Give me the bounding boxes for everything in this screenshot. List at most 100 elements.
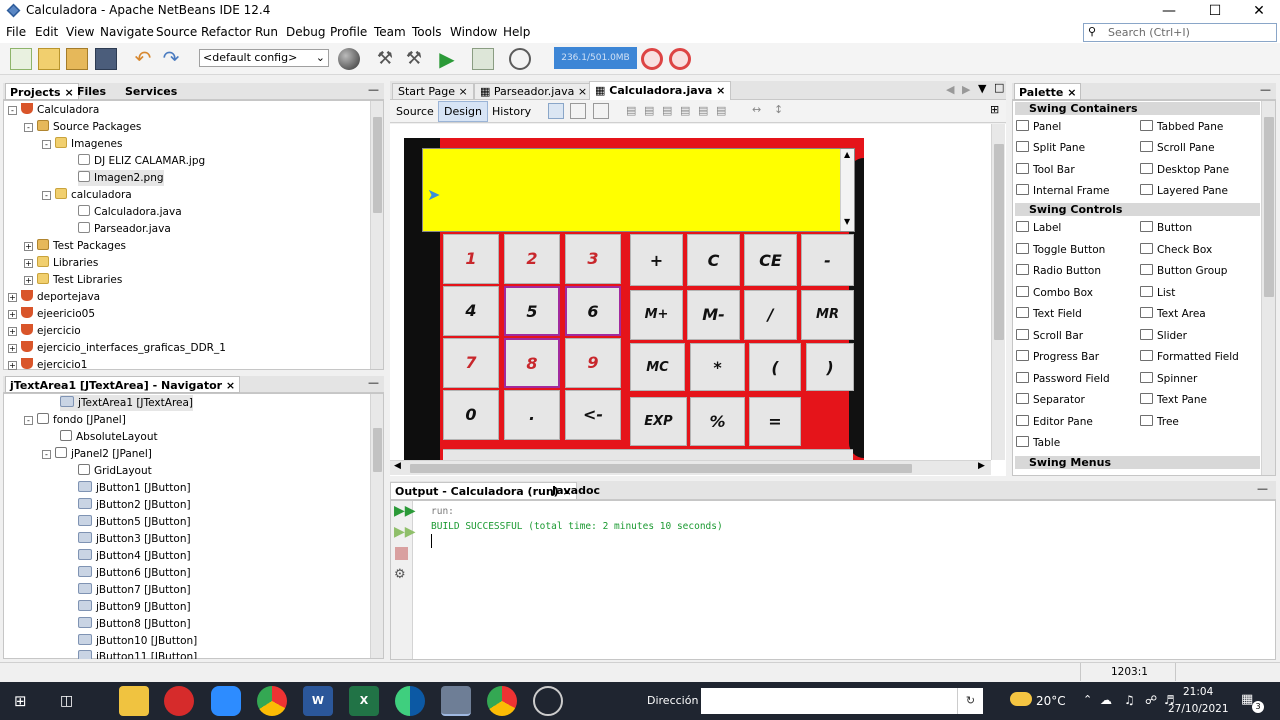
key-5[interactable]: 5: [504, 286, 560, 336]
key-dot[interactable]: .: [504, 390, 560, 440]
chevron-up-icon[interactable]: ⌃: [1083, 693, 1092, 706]
edge-icon[interactable]: [395, 686, 425, 716]
new-project-icon[interactable]: [38, 48, 60, 70]
connection-mode-icon[interactable]: [570, 103, 586, 119]
align-bottom-icon[interactable]: ▤: [698, 104, 708, 117]
menu-file[interactable]: File: [6, 25, 26, 39]
palette-item[interactable]: Desktop Pane: [1157, 164, 1229, 176]
tab-javadoc[interactable]: Javadoc: [552, 484, 600, 497]
maximize-button[interactable]: ☐: [1192, 0, 1238, 22]
subtab-design[interactable]: Design: [438, 101, 488, 122]
key-multiply[interactable]: *: [690, 343, 745, 391]
rerun-icon[interactable]: ▶▶: [394, 503, 416, 519]
config-select[interactable]: <default config> ⌄: [199, 49, 329, 67]
tab-files[interactable]: Files: [73, 83, 110, 100]
tree-node[interactable]: jButton2 [JButton]: [96, 499, 191, 511]
zoom-icon[interactable]: [211, 686, 241, 716]
minimize-button[interactable]: —: [1146, 0, 1192, 22]
palette-item[interactable]: Formatted Field: [1157, 351, 1239, 363]
weather-icon[interactable]: [1010, 692, 1032, 706]
menu-refactor[interactable]: Refactor: [201, 25, 251, 39]
microphone-icon[interactable]: ♫: [1124, 693, 1135, 707]
key-0[interactable]: 0: [443, 390, 499, 440]
tab-calculadora[interactable]: ▦ Calculadora.java ×: [589, 81, 732, 100]
excel-icon[interactable]: X: [349, 686, 379, 716]
palette-item[interactable]: Internal Frame: [1033, 185, 1110, 197]
maximize-editor-icon[interactable]: □: [994, 81, 1004, 94]
menu-window[interactable]: Window: [450, 25, 497, 39]
tree-node[interactable]: ejercicio1: [37, 359, 87, 371]
function-keys-row[interactable]: [443, 449, 853, 460]
tree-node[interactable]: jButton9 [JButton]: [96, 601, 191, 613]
scroll-tabs-left-icon[interactable]: ◀: [946, 83, 954, 96]
key-ce[interactable]: CE: [744, 234, 797, 286]
menu-team[interactable]: Team: [374, 25, 406, 39]
key-percent[interactable]: %: [690, 397, 745, 446]
key-4[interactable]: 4: [443, 286, 499, 336]
palette-item[interactable]: Editor Pane: [1033, 416, 1093, 428]
canvas-hscrollbar[interactable]: ◀ ▶: [390, 460, 991, 475]
palette-item[interactable]: Progress Bar: [1033, 351, 1099, 363]
key-equals[interactable]: =: [749, 397, 801, 446]
palette-item[interactable]: Layered Pane: [1157, 185, 1228, 197]
task-view-icon[interactable]: ◫: [60, 693, 73, 709]
collapse-icon[interactable]: -: [42, 140, 51, 149]
palette-item[interactable]: Text Pane: [1157, 394, 1207, 406]
tab-output[interactable]: Output - Calculadora (run) ×: [390, 482, 577, 500]
preview-design-icon[interactable]: [593, 103, 609, 119]
weather-temp[interactable]: 20°C: [1036, 694, 1066, 708]
refresh-icon[interactable]: ↻: [957, 688, 983, 714]
palette-item[interactable]: Table: [1033, 437, 1060, 449]
tab-projects[interactable]: Projects ×: [5, 83, 79, 100]
tree-node[interactable]: ejercicio_interfaces_graficas_DDR_1: [37, 342, 226, 354]
scroll-thumb[interactable]: [373, 428, 382, 472]
palette-item[interactable]: Button Group: [1157, 265, 1227, 277]
palette-item[interactable]: Separator: [1033, 394, 1085, 406]
collapse-icon[interactable]: -: [24, 416, 33, 425]
key-3[interactable]: 3: [565, 234, 621, 284]
center-vertical-icon[interactable]: ▤: [716, 104, 726, 117]
display-textarea[interactable]: ▲ ▼ ➤: [422, 148, 855, 232]
tree-node[interactable]: Imagen2.png: [94, 172, 164, 184]
canvas-vscrollbar[interactable]: [991, 124, 1005, 460]
align-right-icon[interactable]: ▤: [644, 104, 654, 117]
menu-profile[interactable]: Profile: [330, 25, 367, 39]
menu-navigate[interactable]: Navigate: [100, 25, 154, 39]
clock-time[interactable]: 21:04: [1183, 686, 1213, 698]
tree-node[interactable]: calculadora: [71, 189, 132, 201]
key-divide[interactable]: /: [744, 290, 797, 340]
redo-icon[interactable]: ↷: [160, 48, 182, 70]
gc-icon[interactable]: [641, 48, 663, 70]
split-window-icon[interactable]: ⊞: [990, 103, 999, 116]
minimize-panel-icon[interactable]: —: [368, 83, 379, 96]
key-2[interactable]: 2: [504, 234, 560, 284]
display-scrollbar[interactable]: ▲ ▼: [840, 149, 854, 231]
chrome-icon[interactable]: [257, 686, 287, 716]
menu-edit[interactable]: Edit: [35, 25, 58, 39]
key-open-paren[interactable]: (: [749, 343, 801, 391]
menu-tools[interactable]: Tools: [412, 25, 442, 39]
selection-mode-icon[interactable]: [548, 103, 564, 119]
tree-node[interactable]: jButton3 [JButton]: [96, 533, 191, 545]
key-plus[interactable]: +: [630, 234, 683, 286]
network-icon[interactable]: ☍: [1145, 693, 1157, 707]
scroll-thumb[interactable]: [373, 117, 382, 213]
tree-node[interactable]: Libraries: [53, 257, 98, 269]
palette-section-containers[interactable]: Swing Containers: [1015, 102, 1260, 115]
palette-item[interactable]: Button: [1157, 222, 1192, 234]
word-icon[interactable]: W: [303, 686, 333, 716]
align-left-icon[interactable]: ▤: [626, 104, 636, 117]
key-exp[interactable]: EXP: [630, 397, 687, 446]
tree-node[interactable]: GridLayout: [94, 465, 152, 477]
center-horizontal-icon[interactable]: ▤: [662, 104, 672, 117]
key-close-paren[interactable]: ): [806, 343, 854, 391]
palette-item[interactable]: Tabbed Pane: [1157, 121, 1223, 133]
palette-item[interactable]: Spinner: [1157, 373, 1197, 385]
minimize-panel-icon[interactable]: —: [1257, 482, 1268, 495]
palette-item[interactable]: Text Area: [1157, 308, 1206, 320]
key-mplus[interactable]: M+: [630, 290, 683, 340]
undo-icon[interactable]: ↶: [132, 48, 154, 70]
rerun-with-params-icon[interactable]: ▶▶: [394, 524, 416, 540]
menu-run[interactable]: Run: [255, 25, 278, 39]
tab-palette[interactable]: Palette ×: [1014, 83, 1082, 100]
